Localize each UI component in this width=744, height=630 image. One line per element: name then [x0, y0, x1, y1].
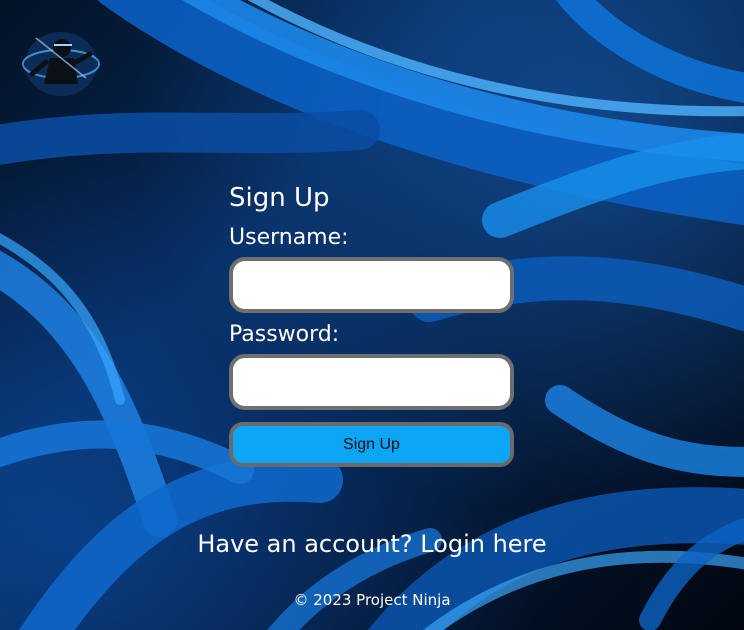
login-prompt: Have an account? Login here [0, 528, 744, 560]
password-input[interactable] [229, 354, 514, 410]
login-here-link[interactable]: Login here [420, 530, 546, 558]
login-prompt-text: Have an account? [197, 530, 413, 558]
sign-up-button[interactable]: Sign Up [229, 422, 514, 467]
ninja-logo-icon [22, 32, 100, 96]
username-input[interactable] [229, 257, 514, 313]
signup-page: Sign Up Username: Password: Sign Up Have… [0, 0, 744, 630]
signup-form: Sign Up Username: Password: Sign Up [229, 180, 519, 467]
password-label: Password: [229, 322, 340, 347]
form-title: Sign Up [229, 183, 330, 213]
footer-copyright: © 2023 Project Ninja [293, 591, 451, 609]
username-label: Username: [229, 225, 349, 250]
